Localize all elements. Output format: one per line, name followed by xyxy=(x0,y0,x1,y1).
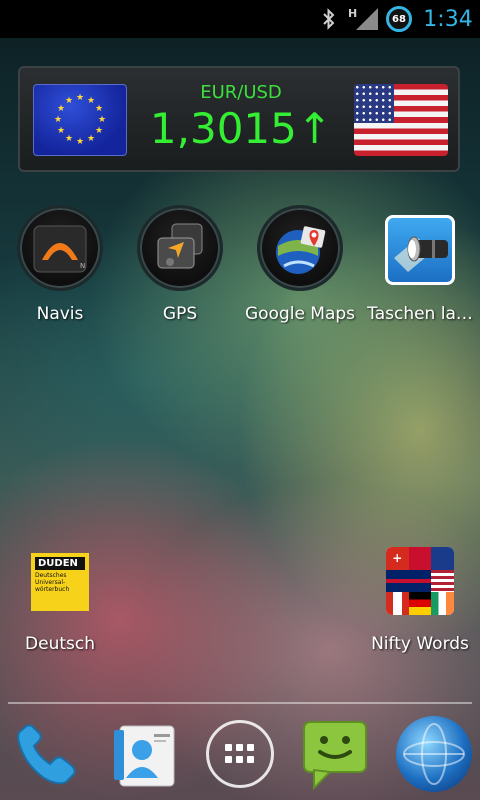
svg-text:★: ★ xyxy=(65,134,73,144)
svg-text:★: ★ xyxy=(98,115,106,125)
bluetooth-icon xyxy=(318,0,340,38)
dock-divider xyxy=(8,702,472,704)
app-gps[interactable]: GPS xyxy=(120,205,240,330)
svg-text:★: ★ xyxy=(76,93,84,103)
svg-text:★: ★ xyxy=(87,96,95,106)
network-type: H xyxy=(348,7,357,20)
app-deutsch[interactable]: DUDEN Deutsches Universal-wörterbuch Deu… xyxy=(0,545,120,660)
currency-widget[interactable]: ★ ★ ★ ★ ★ ★ ★ ★ ★ ★ ★ ★ EUR/USD 1,3015↑ xyxy=(18,66,460,172)
app-flashlight[interactable]: Taschen la… xyxy=(360,205,480,330)
us-flag-icon xyxy=(354,84,448,156)
app-label: Taschen la… xyxy=(367,304,473,324)
duden-subtitle: Deutsches Universal-wörterbuch xyxy=(35,572,70,593)
svg-text:★: ★ xyxy=(54,115,62,125)
nifty-words-flags-icon: + xyxy=(386,547,454,615)
us-flag-canton xyxy=(354,84,394,123)
messaging-icon[interactable] xyxy=(300,718,372,794)
status-bar[interactable]: H 68 1:34 xyxy=(0,0,480,38)
browser-globe-icon[interactable] xyxy=(396,716,472,792)
app-nifty-words[interactable]: + Nifty Words xyxy=(360,545,480,660)
app-label: Nifty Words xyxy=(371,634,469,654)
gps-icon xyxy=(137,205,223,291)
battery-level: 68 xyxy=(386,6,412,32)
contacts-icon[interactable] xyxy=(108,720,180,792)
rate-value: 1,3015 xyxy=(149,104,297,153)
eu-flag-icon: ★ ★ ★ ★ ★ ★ ★ ★ ★ ★ ★ ★ xyxy=(33,84,127,156)
trend-up-icon: ↑ xyxy=(296,104,333,153)
svg-text:★: ★ xyxy=(65,96,73,106)
svg-text:★: ★ xyxy=(87,134,95,144)
dock xyxy=(0,712,480,800)
svg-text:★: ★ xyxy=(95,126,103,136)
app-google-maps[interactable]: Google Maps xyxy=(240,205,360,330)
google-maps-icon xyxy=(257,205,343,291)
flashlight-icon xyxy=(385,215,455,285)
svg-text:★: ★ xyxy=(57,104,65,114)
phone-icon[interactable] xyxy=(8,716,86,794)
app-label: Deutsch xyxy=(25,634,95,654)
clock: 1:34 xyxy=(423,6,473,32)
app-label: Navis xyxy=(36,304,84,324)
battery-icon: 68 xyxy=(384,0,414,38)
signal-icon: H xyxy=(348,0,380,38)
app-drawer-icon[interactable] xyxy=(206,720,274,788)
navigation-icon: N xyxy=(17,205,103,291)
svg-text:★: ★ xyxy=(76,137,84,147)
svg-text:★: ★ xyxy=(57,126,65,136)
duden-logo-text: DUDEN xyxy=(35,557,85,570)
currency-pair-label: EUR/USD xyxy=(200,82,282,103)
svg-text:N: N xyxy=(80,262,85,270)
exchange-rate: 1,3015↑ xyxy=(130,104,352,153)
app-navis[interactable]: N Navis xyxy=(0,205,120,330)
app-label: GPS xyxy=(162,304,198,324)
duden-dictionary-icon: DUDEN Deutsches Universal-wörterbuch xyxy=(31,553,89,611)
app-label: Google Maps xyxy=(244,304,356,324)
svg-text:★: ★ xyxy=(95,104,103,114)
